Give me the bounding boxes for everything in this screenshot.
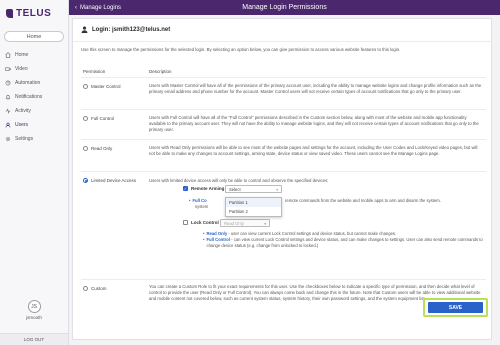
avatar[interactable]: JS — [27, 300, 41, 313]
sidebar-item-home[interactable]: Home — [0, 48, 68, 62]
login-heading: Login: jsmith123@telus.net — [81, 26, 170, 33]
dropdown-option[interactable]: Partition 2 — [226, 207, 281, 216]
lock-control-option[interactable]: Lock Control — [183, 220, 219, 225]
gear-icon — [5, 136, 11, 142]
radio-button[interactable] — [83, 146, 88, 151]
house-icon — [5, 52, 11, 58]
sidebar-item-notifications[interactable]: Notifications — [0, 90, 68, 104]
permission-row-limited-device-access: Limited Device Access Users with limited… — [81, 171, 486, 279]
intro-text: Use this screen to manage the permission… — [81, 47, 401, 52]
profile-name: jsmooth — [26, 315, 42, 320]
sidebar-item-label: Home — [15, 52, 29, 58]
bell-icon — [5, 94, 11, 100]
activity-icon — [5, 108, 11, 114]
user-profile: JS jsmooth — [0, 300, 68, 320]
checkbox-icon[interactable] — [183, 220, 188, 225]
permission-description: Users with Full Control will have all of… — [149, 115, 479, 132]
sidebar-item-automation[interactable]: Automation — [0, 76, 68, 90]
chevron-down-icon: ▾ — [276, 188, 278, 192]
permission-row-full-control: Full Control Users with Full Control wil… — [81, 109, 486, 139]
radio-button[interactable] — [83, 286, 88, 291]
checkbox-checked-icon[interactable]: ✓ — [183, 186, 188, 191]
lock-control-select[interactable]: Read Only ▾ — [220, 219, 270, 227]
save-button[interactable]: SAVE — [428, 302, 483, 313]
sidebar: TELUS Home Home Video Automation Notific… — [0, 0, 69, 345]
telus-logo: TELUS — [0, 0, 68, 26]
permission-option[interactable]: Read Only — [83, 146, 112, 151]
remote-arming-full-control-text: remote commands from the website and mob… — [285, 198, 441, 203]
radio-button[interactable] — [83, 116, 88, 121]
sidebar-item-label: Users — [15, 122, 29, 128]
sidebar-item-settings[interactable]: Settings — [0, 132, 68, 146]
radio-button-selected[interactable] — [83, 178, 88, 183]
automation-icon — [5, 80, 11, 86]
permission-row-master-control: Master Control Users with Master Control… — [81, 77, 486, 109]
remote-arming-option[interactable]: ✓ Remote Arming — [183, 186, 224, 191]
permission-option[interactable]: Limited Device Access — [83, 178, 136, 183]
users-icon — [5, 122, 11, 128]
permission-option[interactable]: Full Control — [83, 116, 114, 121]
sidebar-item-label: Settings — [15, 136, 34, 142]
permissions-card: Login: jsmith123@telus.net Use this scre… — [72, 18, 492, 340]
description-column-header: Description — [149, 69, 172, 74]
home-button[interactable]: Home — [4, 31, 64, 42]
save-highlight: SAVE — [423, 298, 488, 317]
partition-dropdown: Partition 1 Partition 2 — [225, 197, 282, 217]
permission-description: Users with Master Control will have all … — [149, 83, 482, 94]
telus-logo-icon — [6, 8, 13, 18]
top-bar: ‹ Manage Logins Manage Login Permissions — [69, 0, 500, 15]
sidebar-item-label: Video — [15, 66, 28, 72]
video-icon — [5, 67, 11, 71]
permission-row-read-only: Read Only Users with Read Only permissio… — [81, 139, 486, 171]
permission-option[interactable]: Custom — [83, 286, 107, 291]
permission-description: Users with Read Only permissions will be… — [149, 145, 478, 156]
lock-control-label: Lock Control — [191, 220, 219, 225]
dropdown-option[interactable]: Partition 1 — [226, 198, 281, 207]
sidebar-item-video[interactable]: Video — [0, 62, 68, 76]
sidebar-item-users[interactable]: Users — [0, 118, 68, 132]
sidebar-item-label: Activity — [15, 108, 31, 114]
radio-button[interactable] — [83, 84, 88, 89]
permission-column-header: Permission — [83, 69, 106, 74]
page-title: Manage Login Permissions — [242, 4, 327, 11]
permission-option[interactable]: Master Control — [83, 84, 121, 89]
logout-button[interactable]: LOG OUT — [0, 333, 68, 345]
divider — [73, 41, 491, 42]
remote-arming-full-control-lead: • Full Co system — [189, 198, 209, 209]
remote-arming-label: Remote Arming — [191, 186, 225, 191]
user-icon — [81, 26, 88, 33]
sidebar-item-label: Notifications — [15, 94, 43, 100]
login-email: Login: jsmith123@telus.net — [92, 26, 171, 33]
chevron-down-icon: ▾ — [264, 222, 266, 226]
sidebar-item-label: Automation — [15, 80, 41, 86]
remote-arming-select[interactable]: Select ▾ — [225, 185, 282, 193]
lock-control-descriptions: • Read Only - user can view current Lock … — [203, 231, 483, 248]
sidebar-item-activity[interactable]: Activity — [0, 104, 68, 118]
permission-description: Users with limited device access will on… — [149, 178, 329, 183]
